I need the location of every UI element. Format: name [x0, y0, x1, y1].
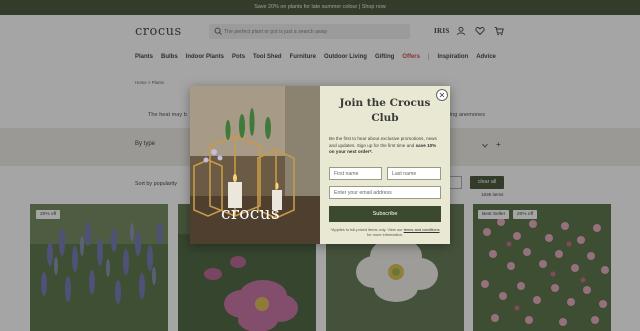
- modal-form-panel: Join the Crocus Club Be the first to hea…: [320, 86, 450, 244]
- email-field[interactable]: [329, 186, 441, 199]
- fine-print-post: for more information.: [367, 232, 403, 237]
- terms-link[interactable]: terms and conditions: [404, 227, 440, 232]
- fine-print: *Applies to full-priced items only. View…: [329, 227, 441, 237]
- last-name-field[interactable]: [387, 167, 441, 180]
- modal-image: crocus: [190, 86, 320, 244]
- first-name-field[interactable]: [329, 167, 382, 180]
- modal-title: Join the Crocus Club: [339, 97, 431, 124]
- modal-description: Be the first to hear about exclusive pro…: [329, 136, 441, 156]
- signup-modal: crocus Join the Crocus Club Be the first…: [190, 86, 450, 244]
- subscribe-button[interactable]: Subscribe: [329, 206, 441, 222]
- modal-brand-logo: crocus: [221, 204, 280, 224]
